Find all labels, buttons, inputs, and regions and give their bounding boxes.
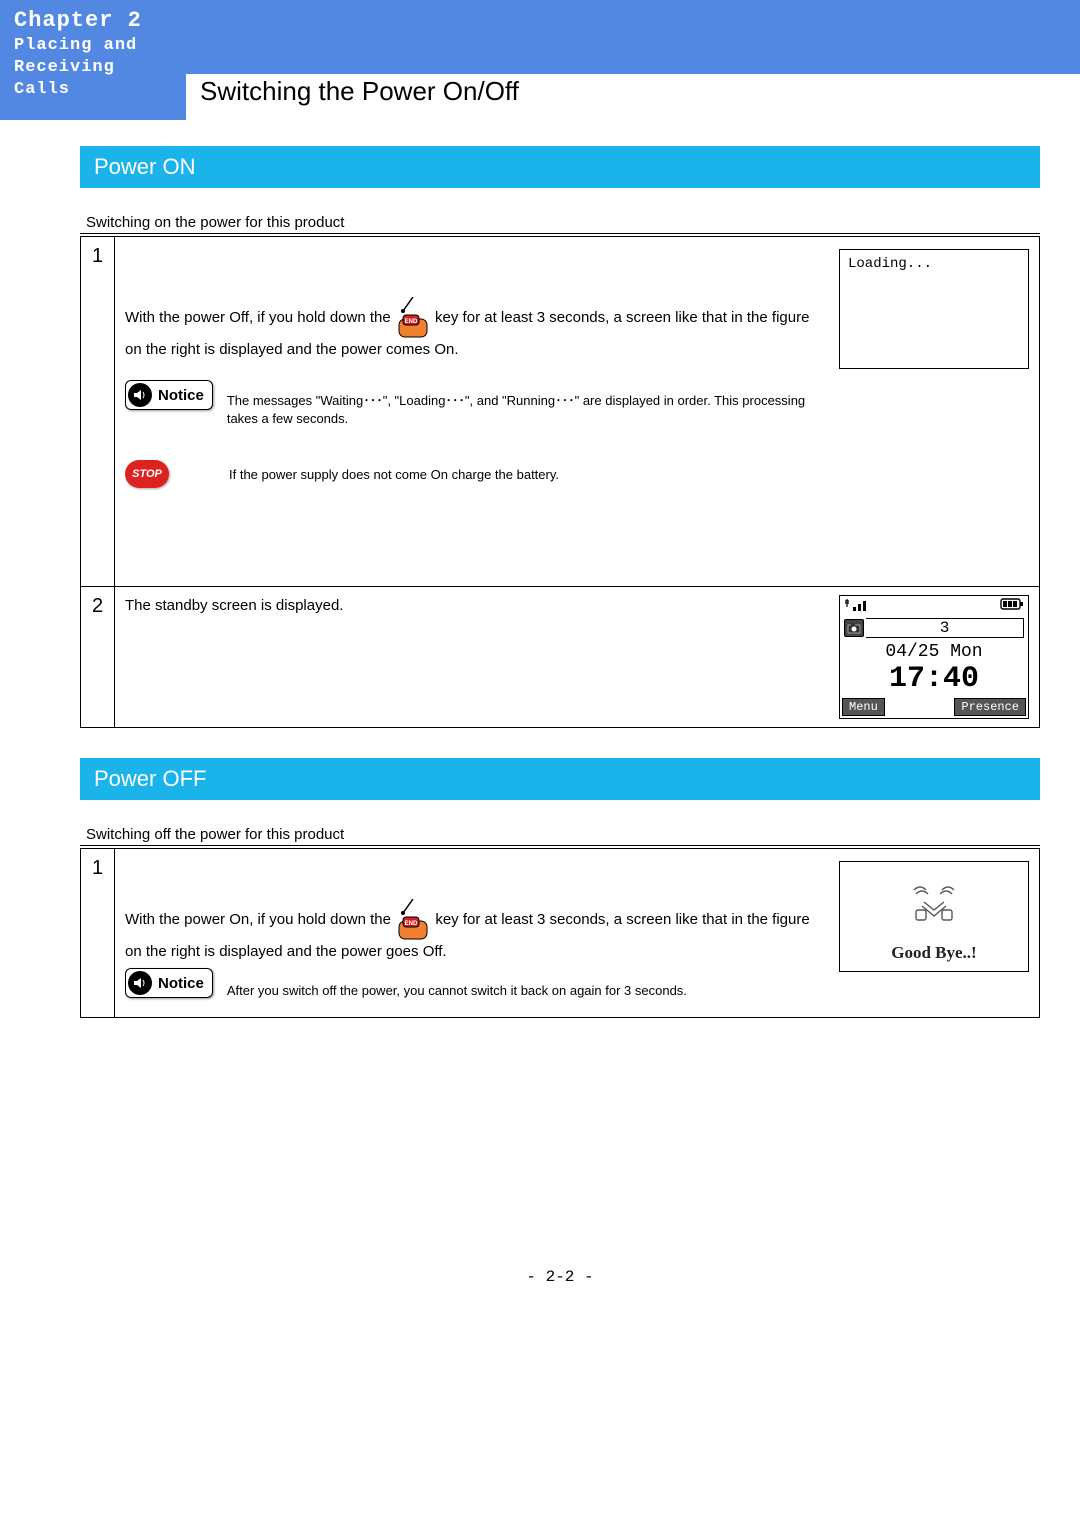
step-number: 2 (81, 587, 115, 728)
camera-icon (844, 619, 864, 637)
notice-text: After you switch off the power, you cann… (227, 982, 687, 1000)
step-figure: Loading... (829, 237, 1040, 587)
step-text: The standby screen is displayed. (125, 597, 343, 614)
step-text: With the power Off, if you hold down the… (125, 297, 819, 360)
content-area: Power ON Switching on the power for this… (0, 120, 1080, 1286)
standby-field: 3 (866, 618, 1024, 638)
end-key-icon: END (395, 899, 431, 941)
end-key-icon: END (395, 297, 431, 339)
stop-text: If the power supply does not come On cha… (229, 467, 559, 482)
notice-label: Notice (158, 387, 204, 404)
loading-screen: Loading... (839, 249, 1029, 369)
chapter-subtitle: Placing and Receiving Calls (14, 35, 172, 101)
stop-badge: STOP (125, 460, 169, 488)
battery-icon (1000, 598, 1024, 616)
power-on-steps-table: 1 With the power Off, if you hold down t… (80, 236, 1040, 728)
step-text: With the power On, if you hold down the … (125, 899, 819, 962)
chapter-box: Chapter 2 Placing and Receiving Calls (0, 0, 186, 120)
svg-text:END: END (405, 921, 418, 927)
goodbye-text: Good Bye..! (840, 943, 1028, 963)
section-power-off: Power OFF (80, 758, 1040, 800)
stop-row: STOP If the power supply does not come O… (125, 460, 819, 488)
standby-screen: 3 04/25 Mon 17:40 Menu Presence (839, 595, 1029, 719)
text-pre: With the power Off, if you hold down the (125, 309, 395, 326)
power-off-steps-table: 1 With the power On, if you hold down th… (80, 848, 1040, 1017)
topic-box: Switching the Power On/Off (186, 74, 1080, 120)
topic-title: Switching the Power On/Off (200, 76, 1080, 107)
power-off-subheading: Switching off the power for this product (80, 826, 1040, 846)
softkey-presence: Presence (954, 698, 1026, 716)
sound-icon (128, 383, 152, 407)
notice-text: The messages "Waiting･･･", "Loading･･･",… (227, 392, 819, 428)
loading-text: Loading... (848, 256, 932, 272)
handshake-icon (904, 880, 964, 924)
page-header: Chapter 2 Placing and Receiving Calls Sw… (0, 0, 1080, 120)
page-number: - 2-2 - (80, 1268, 1040, 1286)
step-figure: Good Bye..! (829, 849, 1040, 1017)
step-number: 1 (81, 237, 115, 587)
sound-icon (128, 971, 152, 995)
standby-time: 17:40 (840, 662, 1028, 696)
notice-badge: Notice (125, 968, 213, 998)
chapter-title: Chapter 2 (14, 8, 172, 33)
notice-badge: Notice (125, 380, 213, 410)
signal-icon (844, 598, 870, 616)
step-body: With the power On, if you hold down the … (115, 849, 830, 1017)
power-on-subheading: Switching on the power for this product (80, 214, 1040, 234)
svg-text:END: END (405, 319, 418, 325)
notice-label: Notice (158, 975, 204, 992)
step-number: 1 (81, 849, 115, 1017)
goodbye-screen: Good Bye..! (839, 861, 1029, 972)
section-power-on: Power ON (80, 146, 1040, 188)
standby-date: 04/25 Mon (840, 642, 1028, 662)
step-figure: 3 04/25 Mon 17:40 Menu Presence (829, 587, 1040, 728)
softkey-menu: Menu (842, 698, 885, 716)
notice-row: Notice After you switch off the power, y… (125, 968, 819, 1000)
text-pre: With the power On, if you hold down the (125, 911, 395, 928)
step-body: With the power Off, if you hold down the… (115, 237, 830, 587)
notice-row: Notice The messages "Waiting･･･", "Loadi… (125, 380, 819, 428)
step-body: The standby screen is displayed. (115, 587, 830, 728)
